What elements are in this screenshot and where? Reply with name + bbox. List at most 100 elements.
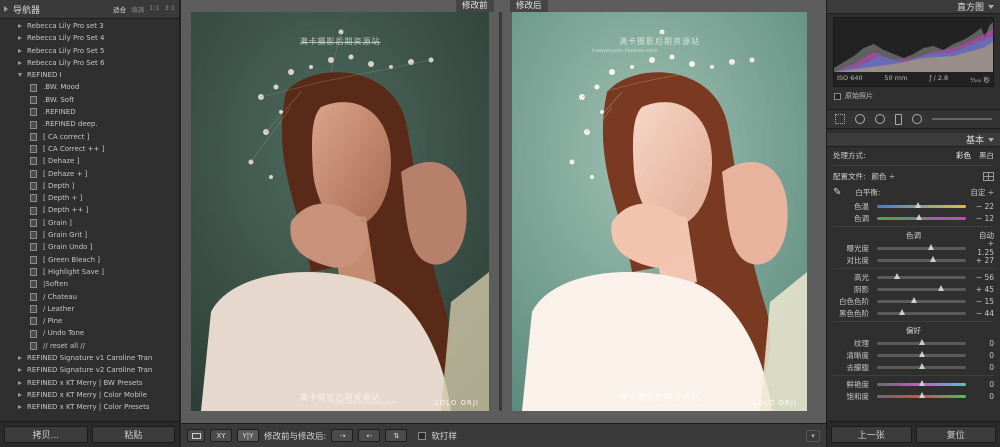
slider-value[interactable]: − 56 xyxy=(970,273,994,282)
slider-value[interactable]: − 15 xyxy=(970,297,994,306)
preset-item[interactable]: / Leather xyxy=(0,303,179,315)
navigator-header[interactable]: 导航器 适合 填满 1:1 3:1 xyxy=(0,0,179,19)
slider-value[interactable]: + 27 xyxy=(970,256,994,265)
slider-knob[interactable] xyxy=(898,309,905,315)
compare-view-button[interactable]: XY xyxy=(210,429,232,442)
preset-folder[interactable]: REFINED I xyxy=(0,69,179,81)
spot-removal-icon[interactable] xyxy=(855,114,865,124)
before-photo[interactable]: 满卡摄影后期资源站 满卡摄影后期资源站 Izaoyouyou.taobao.co… xyxy=(191,12,489,411)
preset-item[interactable]: [ Depth + ] xyxy=(0,192,179,204)
slider-knob[interactable] xyxy=(893,273,900,279)
preset-folder[interactable]: Rebecca Lily Pro Set 6 xyxy=(0,57,179,69)
preset-item[interactable]: [ CA Correct ++ ] xyxy=(0,143,179,155)
red-eye-icon[interactable] xyxy=(875,114,885,124)
preset-item[interactable]: [ Grain ] xyxy=(0,217,179,229)
preset-item[interactable]: .BW. Mood xyxy=(0,81,179,93)
preset-item[interactable]: [ Dehaze ] xyxy=(0,155,179,167)
graduated-filter-icon[interactable] xyxy=(895,113,902,125)
preset-folder[interactable]: REFINED x KT Merry | Color Mobile xyxy=(0,389,179,401)
preset-item[interactable]: // reset all // xyxy=(0,340,179,352)
slider-knob[interactable] xyxy=(930,256,937,262)
preset-item[interactable]: [ Grain Undo ] xyxy=(0,241,179,253)
slider-track[interactable] xyxy=(877,285,966,291)
slider-knob[interactable] xyxy=(918,339,925,345)
preset-item[interactable]: [ Depth ] xyxy=(0,180,179,192)
slider-knob[interactable] xyxy=(911,297,918,303)
preset-item[interactable]: [ CA correct ] xyxy=(0,131,179,143)
slider-knob[interactable] xyxy=(938,285,945,291)
slider-knob[interactable] xyxy=(918,363,925,369)
preset-item[interactable]: [ Dehaze + ] xyxy=(0,168,179,180)
slider-value[interactable]: 0 xyxy=(970,339,994,348)
collapse-triangle-icon[interactable] xyxy=(988,4,994,9)
treatment-color-option[interactable]: 彩色 xyxy=(956,150,971,161)
white-balance-select[interactable]: 自定 ÷ xyxy=(970,187,994,198)
slider-track[interactable] xyxy=(877,363,966,369)
slider-knob[interactable] xyxy=(914,202,921,208)
copy-after-to-before-button[interactable]: ⇠ xyxy=(358,429,381,442)
slider-track[interactable] xyxy=(877,214,966,220)
slider-value[interactable]: − 12 xyxy=(970,214,994,223)
slider-value[interactable]: − 22 xyxy=(970,202,994,211)
slider-value[interactable]: 0 xyxy=(970,380,994,389)
preset-folder[interactable]: REFINED Signature v1 Caroline Tran xyxy=(0,352,179,364)
slider-track[interactable] xyxy=(877,202,966,208)
preset-item[interactable]: [ Green Bleach ] xyxy=(0,254,179,266)
original-photo-checkbox[interactable] xyxy=(834,92,841,100)
swap-before-after-button[interactable]: ⇅ xyxy=(385,429,408,442)
slider-track[interactable] xyxy=(877,309,966,315)
basic-header[interactable]: 基本 xyxy=(827,133,1000,147)
profile-browser-icon[interactable] xyxy=(983,171,994,181)
collapse-triangle-icon[interactable] xyxy=(988,137,994,142)
slider-value[interactable]: + 45 xyxy=(970,285,994,294)
slider-track[interactable] xyxy=(877,273,966,279)
histogram-header[interactable]: 直方图 xyxy=(827,0,1000,14)
slider-value[interactable]: 0 xyxy=(970,351,994,360)
copy-before-to-after-button[interactable]: ⇢ xyxy=(331,429,354,442)
preset-folder[interactable]: Rebecca Lily Pro set 3 xyxy=(0,20,179,32)
preset-item[interactable]: |Soften xyxy=(0,278,179,290)
radial-filter-icon[interactable] xyxy=(912,114,922,124)
slider-track[interactable] xyxy=(877,297,966,303)
slider-value[interactable]: − 44 xyxy=(970,309,994,318)
zoom-3-1[interactable]: 3:1 xyxy=(165,4,175,14)
previous-button[interactable]: 上一张 xyxy=(831,426,912,443)
preset-folder[interactable]: REFINED x KT Merry | Color Presets xyxy=(0,401,179,413)
slider-track[interactable] xyxy=(877,380,966,386)
preset-item[interactable]: [ Grain Grit ] xyxy=(0,229,179,241)
slider-knob[interactable] xyxy=(928,244,935,250)
profile-select[interactable]: 颜色 ÷ xyxy=(872,171,896,182)
slider-knob[interactable] xyxy=(918,351,925,357)
preset-item[interactable]: / Pine xyxy=(0,315,179,327)
zoom-1-1[interactable]: 1:1 xyxy=(149,4,159,14)
preset-item[interactable]: / Undo Tone xyxy=(0,327,179,339)
zoom-fill[interactable]: 填满 xyxy=(131,4,144,14)
slider-value[interactable]: 0 xyxy=(970,363,994,372)
preset-item[interactable]: .REFINED xyxy=(0,106,179,118)
preset-folder[interactable]: Rebecca Lily Pro Set 4 xyxy=(0,32,179,44)
slider-track[interactable] xyxy=(877,351,966,357)
before-after-mode-button[interactable]: Y|Y xyxy=(237,429,259,442)
crop-tool-icon[interactable] xyxy=(835,114,845,124)
preset-item[interactable]: / Chateau xyxy=(0,291,179,303)
slider-track[interactable] xyxy=(877,392,966,398)
copy-settings-button[interactable]: 拷贝... xyxy=(4,426,88,443)
eyedropper-icon[interactable]: ✎ xyxy=(833,187,841,198)
treatment-bw-option[interactable]: 黑白 xyxy=(979,150,994,161)
slider-track[interactable] xyxy=(877,244,966,250)
collapse-triangle-icon[interactable] xyxy=(4,6,8,12)
softproof-checkbox[interactable] xyxy=(418,431,427,440)
slider-track[interactable] xyxy=(877,256,966,262)
preset-folder[interactable]: REFINED Signature v2 Caroline Tran xyxy=(0,364,179,376)
loupe-view-button[interactable] xyxy=(187,429,205,442)
preset-folder[interactable]: Rebecca Lily Pro Set 5 xyxy=(0,45,179,57)
view-splitter[interactable] xyxy=(499,12,502,411)
preset-item[interactable]: [ Highlight Save ] xyxy=(0,266,179,278)
preset-item[interactable]: .BW. Soft xyxy=(0,94,179,106)
slider-track[interactable] xyxy=(877,339,966,345)
preset-item[interactable]: [ Depth ++ ] xyxy=(0,204,179,216)
preset-folder[interactable]: REFINED x KT Merry | BW Presets xyxy=(0,377,179,389)
after-photo[interactable]: 满卡摄影后期资源站 Izaoyouyou.taobao.com 满卡摄影后期资源… xyxy=(512,12,807,411)
tone-auto-button[interactable]: 自动 xyxy=(979,230,994,241)
slider-value[interactable]: 0 xyxy=(970,392,994,401)
